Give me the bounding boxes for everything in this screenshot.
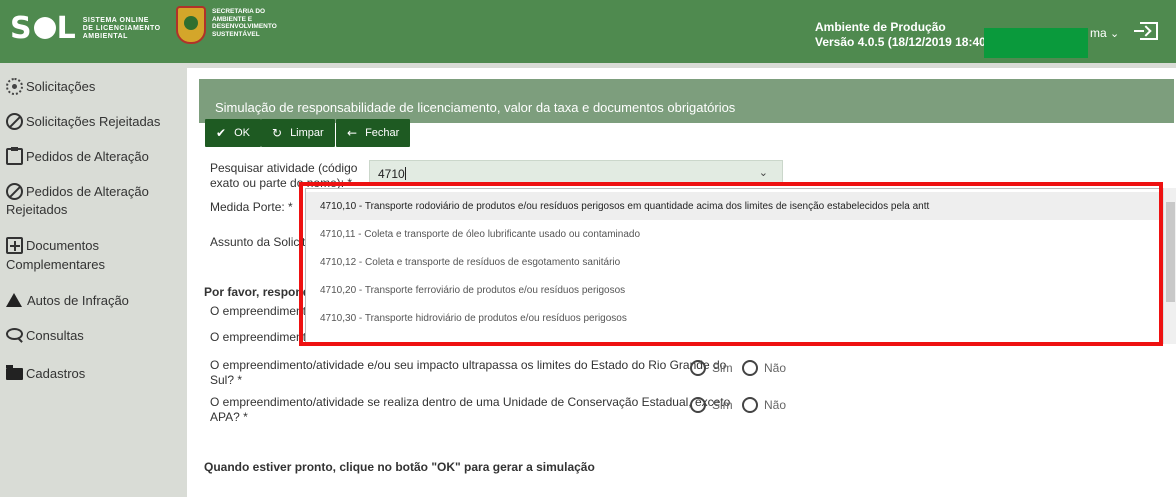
folder-icon — [6, 365, 23, 380]
radio-circle — [690, 360, 706, 376]
user-menu[interactable]: ma ⌄ — [1090, 26, 1119, 40]
sidebar-item-cadastros[interactable]: Cadastros — [6, 365, 85, 382]
version-text: Versão 4.0.5 (18/12/2019 18:40) — [815, 35, 990, 49]
secretaria-name: SECRETARIA DO AMBIENTE E DESENVOLVIMENTO… — [212, 8, 277, 38]
environment-info: Ambiente de Produção Versão 4.0.5 (18/12… — [815, 20, 990, 49]
porte-label: Medida Porte: * — [210, 200, 293, 214]
undo-icon: ↻ — [272, 126, 283, 140]
ok-button[interactable]: ✔ OK — [205, 119, 261, 147]
sidebar-item-consultas[interactable]: Consultas — [6, 327, 84, 344]
text-cursor — [404, 167, 406, 180]
sidebar-item-autos[interactable]: Autos de Infração — [6, 292, 129, 309]
chevron-down-icon: ⌄ — [758, 166, 768, 179]
q3-no-radio[interactable]: Não — [742, 360, 786, 376]
logo-subtitle: SISTEMA ONLINE DE LICENCIAMENTO AMBIENTA… — [82, 17, 161, 40]
arrow-left-icon: ← — [347, 126, 358, 140]
close-button[interactable]: ← Fechar — [336, 119, 411, 147]
secretaria-logo: SECRETARIA DO AMBIENTE E DESENVOLVIMENTO… — [176, 6, 277, 44]
sidebar-item-pedidos-rejeitados-line2[interactable]: Rejeitados — [6, 201, 67, 218]
radio-circle — [690, 397, 706, 413]
question-4: O empreendimento/atividade se realiza de… — [210, 395, 731, 424]
ban-icon — [6, 183, 23, 200]
radio-circle — [742, 397, 758, 413]
page-title: Simulação de responsabilidade de licenci… — [199, 79, 1174, 123]
footer-instruction: Quando estiver pronto, clique no botão "… — [204, 460, 595, 474]
sidebar-item-pedidos-rejeitados[interactable]: Pedidos de Alteração — [6, 183, 149, 200]
check-icon: ✔ — [216, 126, 227, 140]
sun-icon — [6, 78, 23, 95]
clipboard-icon — [6, 147, 23, 165]
highlight-box — [299, 182, 1163, 346]
chevron-down-icon: ⌄ — [1110, 27, 1120, 40]
sidebar: Solicitações Solicitações Rejeitadas Ped… — [0, 63, 178, 497]
redacted-user-block — [984, 28, 1088, 58]
q3-yes-radio[interactable]: Sim — [690, 360, 733, 376]
sidebar-item-documentos-line2[interactable]: Complementares — [6, 256, 105, 273]
logo-text: SL — [10, 11, 77, 46]
top-bar: SL SISTEMA ONLINE DE LICENCIAMENTO AMBIE… — [0, 0, 1176, 63]
sidebar-item-solicitacoes[interactable]: Solicitações — [6, 78, 95, 95]
logout-icon[interactable] — [1134, 22, 1158, 40]
clear-button[interactable]: ↻ Limpar — [261, 119, 335, 147]
assunto-label: Assunto da Solicita — [210, 235, 313, 249]
ban-icon — [6, 113, 23, 130]
logo-sun-icon — [33, 16, 56, 39]
search-icon — [6, 328, 23, 340]
q4-yes-radio[interactable]: Sim — [690, 397, 733, 413]
question-3: O empreendimento/atividade e/ou seu impa… — [210, 358, 727, 387]
scrollbar-thumb[interactable] — [1166, 202, 1175, 302]
radio-circle — [742, 360, 758, 376]
sidebar-item-solicitacoes-rejeitadas[interactable]: Solicitações Rejeitadas — [6, 113, 160, 130]
state-crest-icon — [176, 6, 206, 44]
sidebar-item-documentos[interactable]: Documentos — [6, 237, 99, 254]
q4-no-radio[interactable]: Não — [742, 397, 786, 413]
warning-icon — [6, 293, 22, 307]
question-2: O empreendimento — [210, 330, 313, 344]
question-1: O empreendimento — [210, 304, 313, 318]
sidebar-item-pedidos-alteracao[interactable]: Pedidos de Alteração — [6, 147, 149, 165]
sol-logo[interactable]: SL SISTEMA ONLINE DE LICENCIAMENTO AMBIE… — [10, 14, 161, 44]
dropdown-scrollbar[interactable] — [1163, 188, 1176, 344]
plus-box-icon — [6, 237, 23, 254]
